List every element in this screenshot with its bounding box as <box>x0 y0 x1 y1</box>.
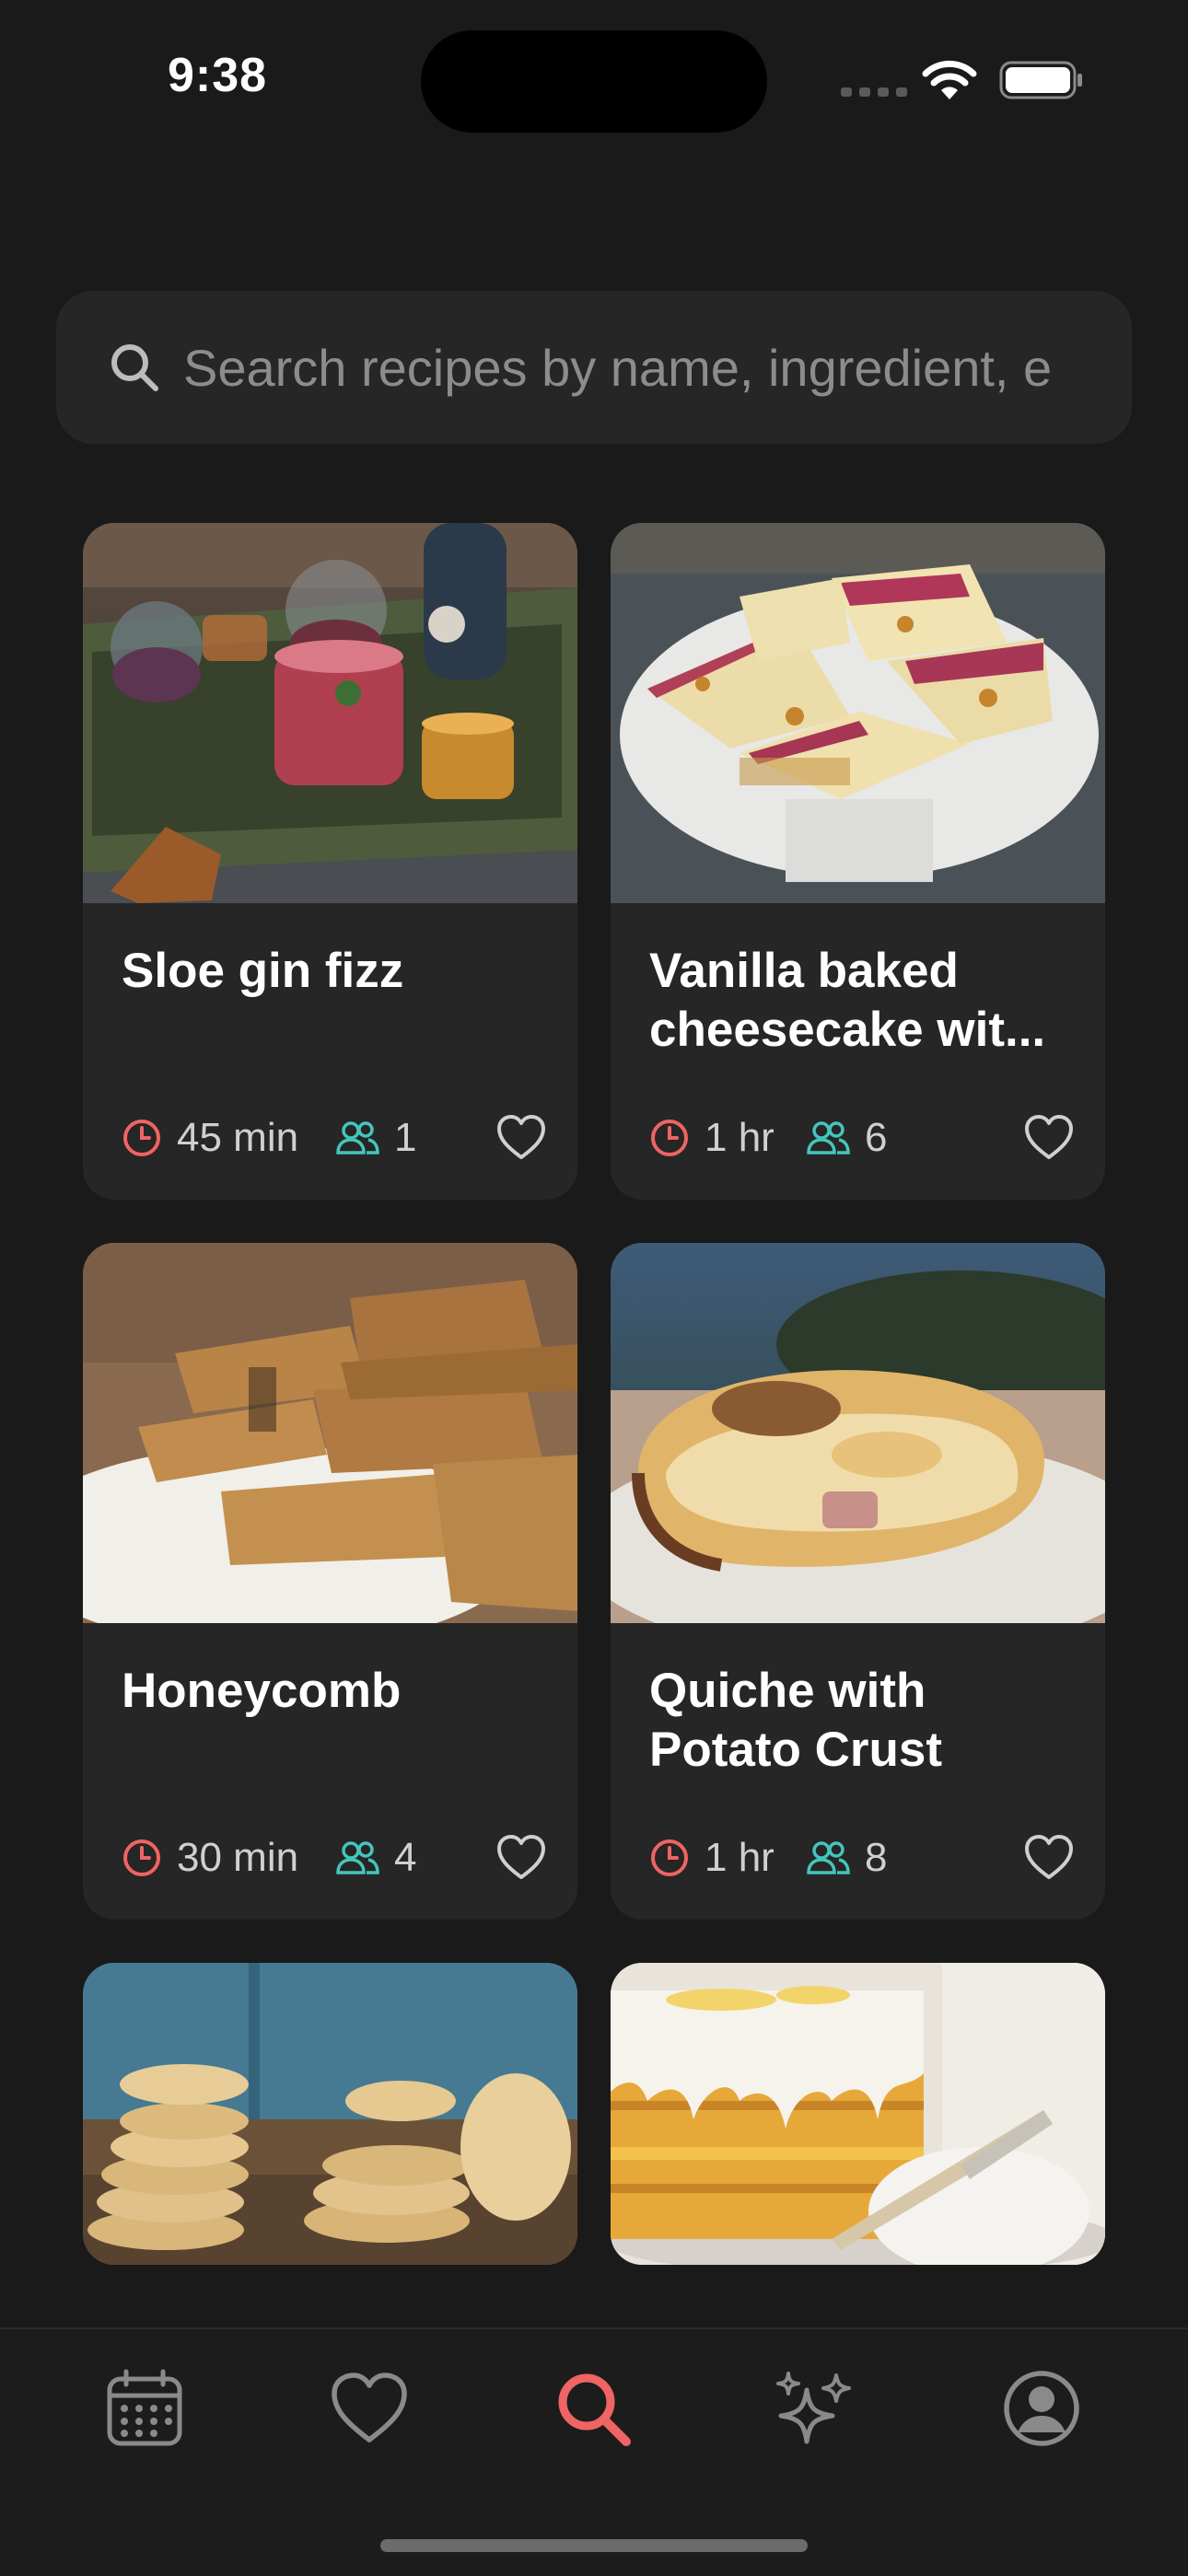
recipe-image <box>611 1243 1105 1623</box>
recipe-time: 45 min <box>177 1115 299 1160</box>
clock-icon <box>651 1120 688 1156</box>
status-bar: 9:38 <box>0 0 1188 157</box>
recipe-image <box>611 1963 1105 2265</box>
recipe-meta: 45 min 1 <box>122 1110 545 1166</box>
servings-icon <box>336 1121 379 1155</box>
search-icon <box>111 344 158 391</box>
recipe-card[interactable]: Quiche with Potato Crust 1 hr 8 <box>611 1243 1105 1920</box>
servings-icon <box>807 1121 850 1155</box>
recipe-meta: 1 hr 6 <box>649 1110 1073 1166</box>
calendar-icon[interactable] <box>104 2368 185 2449</box>
home-indicator[interactable] <box>380 2539 808 2552</box>
favorite-heart-icon[interactable] <box>496 1114 546 1162</box>
recipe-image <box>83 1963 577 2265</box>
search-input[interactable]: Search recipes by name, ingredient, e <box>183 333 1104 403</box>
sparkles-icon[interactable] <box>774 2368 855 2449</box>
recipe-time: 1 hr <box>705 1115 775 1160</box>
recipe-meta: 1 hr 8 <box>649 1830 1073 1886</box>
favorite-heart-icon[interactable] <box>1024 1114 1074 1162</box>
battery-icon <box>999 61 1082 99</box>
recipe-meta: 30 min 4 <box>122 1830 545 1886</box>
status-time: 9:38 <box>168 49 268 102</box>
recipe-image <box>83 1243 577 1623</box>
tab-favorites-heart-icon[interactable] <box>329 2368 410 2449</box>
servings-icon <box>807 1841 850 1874</box>
recipe-card[interactable]: Honeycomb 30 min 4 <box>83 1243 577 1920</box>
recipe-title: Sloe gin fizz <box>122 944 404 998</box>
recipe-image <box>83 523 577 903</box>
recipe-servings: 1 <box>394 1115 417 1160</box>
recipe-servings: 4 <box>394 1835 417 1880</box>
favorite-heart-icon[interactable] <box>1024 1834 1074 1882</box>
cellular-signal-icon <box>841 87 907 97</box>
recipe-card[interactable] <box>83 1963 577 2265</box>
wifi-icon <box>922 60 977 99</box>
search-bar[interactable]: Search recipes by name, ingredient, e <box>56 291 1132 444</box>
servings-icon <box>336 1841 379 1874</box>
recipe-title: Vanilla baked cheesecake wit... <box>649 944 1046 1057</box>
tab-search-icon[interactable] <box>553 2368 634 2449</box>
clock-icon <box>123 1120 160 1156</box>
favorite-heart-icon[interactable] <box>496 1834 546 1882</box>
recipe-title: Quiche with Potato Crust <box>649 1664 942 1777</box>
recipe-servings: 6 <box>865 1115 888 1160</box>
recipe-card[interactable]: Sloe gin fizz 45 min 1 <box>83 523 577 1200</box>
clock-icon <box>651 1839 688 1876</box>
recipe-title: Honeycomb <box>122 1664 402 1718</box>
dynamic-island <box>421 30 767 133</box>
recipe-image <box>611 523 1105 903</box>
recipe-servings: 8 <box>865 1835 888 1880</box>
recipe-card[interactable]: Vanilla baked cheesecake wit... 1 hr 6 <box>611 523 1105 1200</box>
profile-icon[interactable] <box>1001 2368 1082 2449</box>
recipe-time: 30 min <box>177 1835 299 1880</box>
recipe-card[interactable] <box>611 1963 1105 2265</box>
clock-icon <box>123 1839 160 1876</box>
recipe-time: 1 hr <box>705 1835 775 1880</box>
